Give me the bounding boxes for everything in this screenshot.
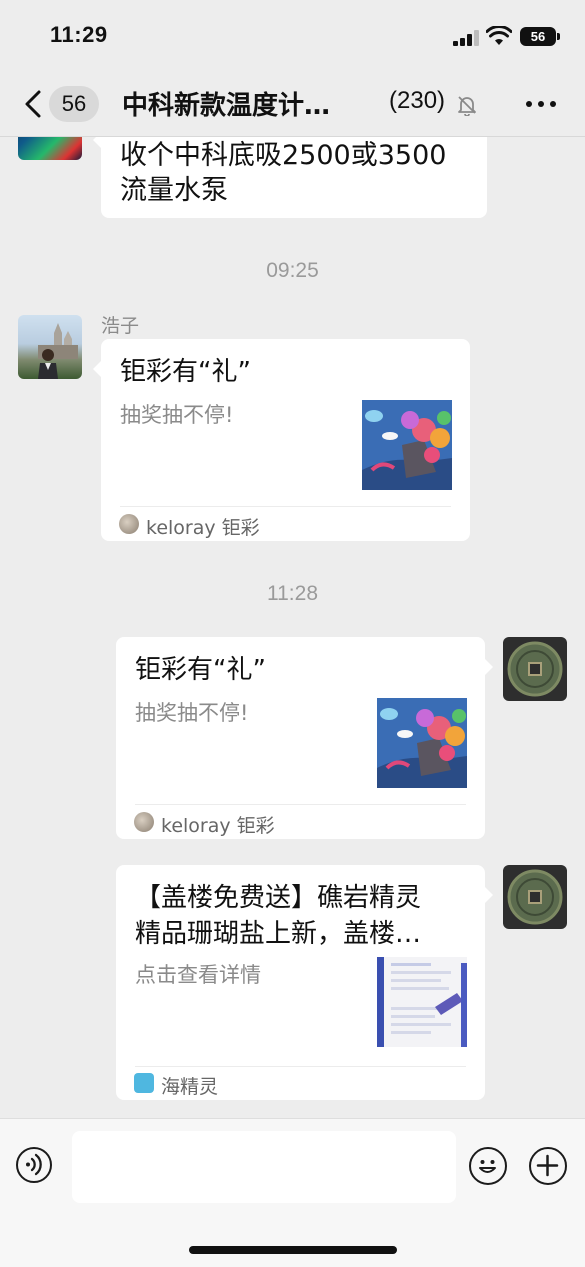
card-divider bbox=[135, 804, 466, 805]
card-thumbnail bbox=[377, 957, 467, 1047]
home-indicator[interactable] bbox=[189, 1246, 397, 1254]
chat-header: 56 中科新款温度计… (230) bbox=[0, 70, 585, 137]
message-text: 流量水泵 bbox=[120, 175, 228, 206]
chevron-left-icon[interactable] bbox=[22, 89, 44, 119]
card-thumbnail bbox=[362, 400, 452, 490]
plus-icon[interactable] bbox=[529, 1147, 567, 1185]
avatar[interactable] bbox=[503, 865, 567, 929]
voice-icon[interactable] bbox=[16, 1147, 52, 1183]
member-count: (230) bbox=[389, 87, 446, 114]
avatar[interactable] bbox=[503, 637, 567, 701]
card-title: 钜彩有“礼” bbox=[135, 655, 266, 685]
card-source: keloray 钜彩 bbox=[161, 815, 275, 837]
input-bar bbox=[0, 1118, 585, 1267]
timestamp: 11:28 bbox=[267, 582, 318, 605]
card-title: 精品珊瑚盐上新，盖楼… bbox=[135, 919, 422, 949]
avatar[interactable] bbox=[18, 315, 82, 379]
message-input[interactable] bbox=[72, 1131, 456, 1203]
card-description: 点击查看详情 bbox=[135, 963, 261, 987]
unread-count-badge[interactable]: 56 bbox=[49, 86, 99, 122]
card-description: 抽奖抽不停! bbox=[135, 701, 249, 725]
coin-avatar-image bbox=[507, 641, 563, 697]
source-logo-icon bbox=[119, 514, 139, 534]
card-divider bbox=[120, 506, 451, 507]
source-logo-icon bbox=[134, 812, 154, 832]
sender-name: 浩子 bbox=[101, 315, 140, 337]
card-title: 钜彩有“礼” bbox=[120, 357, 251, 387]
link-card-message[interactable]: 【盖楼免费送】礁岩精灵 精品珊瑚盐上新，盖楼… 点击查看详情 海精灵 bbox=[116, 865, 493, 1100]
message-text: 收个中科底吸2500或3500 bbox=[120, 140, 447, 171]
card-divider bbox=[135, 1066, 466, 1067]
timestamp: 09:25 bbox=[266, 259, 319, 282]
card-source: keloray 钜彩 bbox=[146, 517, 260, 539]
emoji-icon[interactable] bbox=[469, 1147, 507, 1185]
card-thumbnail bbox=[377, 698, 467, 788]
chat-area[interactable]: 收个中科底吸2500或3500 流量水泵 09:25 浩子 钜彩有“礼” 抽奖抽… bbox=[0, 0, 585, 1118]
chat-title[interactable]: 中科新款温度计… bbox=[122, 85, 330, 122]
card-description: 抽奖抽不停! bbox=[120, 403, 234, 427]
card-source: 海精灵 bbox=[161, 1076, 219, 1098]
bell-slash-icon bbox=[458, 96, 476, 116]
link-card-message[interactable]: 钜彩有“礼” 抽奖抽不停! keloray 钜彩 bbox=[93, 339, 470, 541]
source-logo-icon bbox=[134, 1073, 154, 1093]
card-title: 【盖楼免费送】礁岩精灵 bbox=[135, 883, 422, 913]
link-card-message[interactable]: 钜彩有“礼” 抽奖抽不停! keloray 钜彩 bbox=[116, 637, 493, 839]
more-dots-icon[interactable] bbox=[525, 94, 557, 114]
avatar-photo bbox=[38, 323, 78, 379]
coin-avatar-image bbox=[507, 869, 563, 925]
